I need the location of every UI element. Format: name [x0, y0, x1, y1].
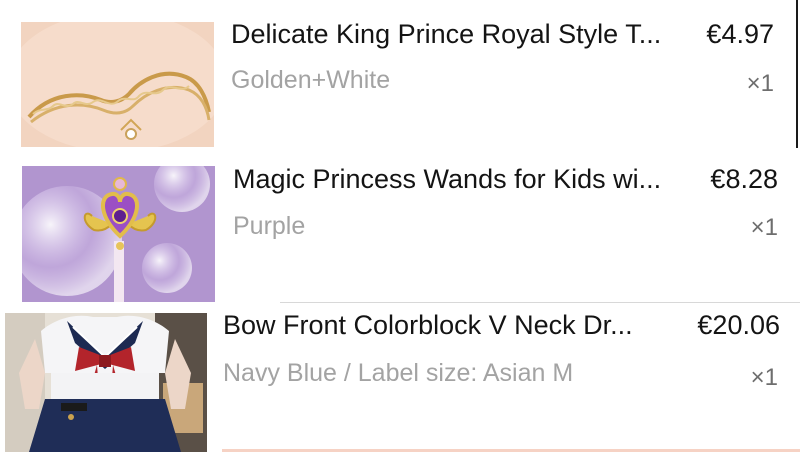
product-variant[interactable]: Navy Blue / Label size: Asian M: [223, 359, 573, 388]
crown-headband-icon: [21, 22, 214, 147]
product-title[interactable]: Magic Princess Wands for Kids wi...: [233, 164, 661, 195]
product-quantity[interactable]: ×1: [734, 214, 778, 242]
product-title[interactable]: Delicate King Prince Royal Style T...: [231, 19, 661, 50]
cart-item[interactable]: Bow Front Colorblock V Neck Dr... €20.06…: [0, 303, 800, 452]
product-thumbnail-wand[interactable]: [22, 166, 215, 302]
cart-item[interactable]: Delicate King Prince Royal Style T... €4…: [0, 0, 800, 150]
product-quantity[interactable]: ×1: [734, 364, 778, 392]
product-thumbnail-crown[interactable]: [21, 22, 214, 147]
cart-item[interactable]: Magic Princess Wands for Kids wi... €8.2…: [0, 150, 800, 302]
product-variant[interactable]: Purple: [233, 212, 305, 241]
right-edge-divider: [796, 0, 798, 148]
product-variant[interactable]: Golden+White: [231, 66, 390, 95]
product-title[interactable]: Bow Front Colorblock V Neck Dr...: [223, 310, 633, 341]
product-price: €4.97: [706, 19, 774, 49]
princess-wand-icon: [22, 166, 215, 302]
sailor-dress-icon: [5, 313, 207, 452]
product-thumbnail-dress[interactable]: [5, 313, 207, 452]
product-quantity[interactable]: ×1: [730, 70, 774, 98]
product-price: €20.06: [697, 310, 780, 340]
product-price: €8.28: [710, 164, 778, 194]
